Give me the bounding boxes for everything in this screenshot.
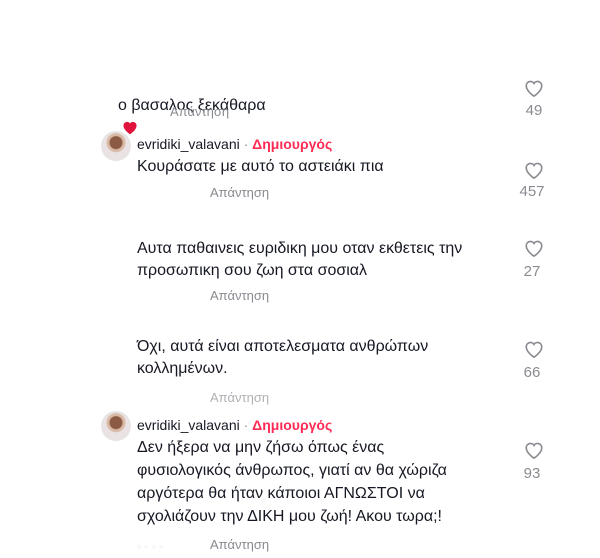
comment-text: Δεν ήξερα να μην ζήσω όπως ένας φυσιολογ… [137, 439, 447, 525]
reply-button[interactable]: Απάντηση [210, 185, 269, 200]
like-count: 66 [523, 364, 541, 381]
reply-button[interactable]: Απάντηση [210, 390, 269, 405]
avatar[interactable] [101, 131, 131, 161]
comment-author: evridiki_valavani · Δημιουργός [137, 417, 332, 433]
username[interactable]: evridiki_valavani [137, 136, 240, 152]
username[interactable]: evridiki_valavani [137, 417, 240, 433]
heart-outline-icon[interactable] [523, 160, 545, 180]
creator-badge: Δημιουργός [252, 136, 333, 152]
comment-author: evridiki_valavani · Δημιουργός [137, 136, 332, 152]
blurred-timestamp: · · · · [137, 539, 163, 553]
like-count: 93 [523, 465, 541, 482]
reply-button[interactable]: Απάντηση [210, 537, 269, 552]
avatar[interactable] [101, 411, 131, 441]
like-count: 27 [523, 263, 541, 280]
separator: · [243, 136, 249, 152]
separator: · [243, 417, 249, 433]
like-count: 457 [519, 183, 545, 200]
comment-text: Κουράσατε με αυτό το αστειάκι πια [137, 158, 384, 175]
comment-text: Όχι, αυτά είναι αποτελεσματα ανθρώπων κο… [137, 338, 429, 377]
reply-button[interactable]: Απάντηση [210, 288, 269, 303]
creator-badge: Δημιουργός [252, 417, 333, 433]
heart-outline-icon[interactable] [523, 339, 545, 359]
heart-outline-icon[interactable] [523, 78, 545, 98]
reply-button[interactable]: Απάντηση [170, 104, 229, 119]
heart-outline-icon[interactable] [523, 238, 545, 258]
heart-outline-icon[interactable] [523, 440, 545, 460]
like-count: 49 [525, 102, 543, 119]
comment-text: Αυτα παθαινεις ευριδικη μου οταν εκθετει… [137, 240, 463, 279]
